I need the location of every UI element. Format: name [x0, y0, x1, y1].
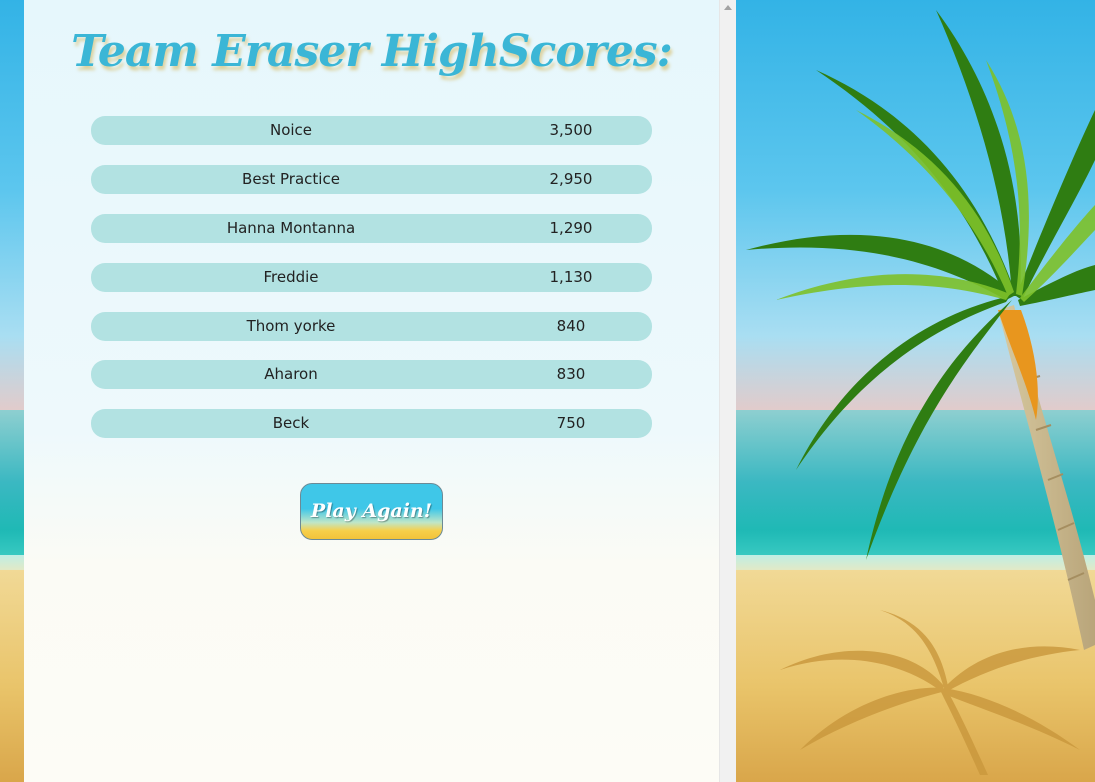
highscore-list: Noice 3,500 Best Practice 2,950 Hanna Mo…	[91, 116, 652, 458]
page-title: Team Eraser HighScores:	[71, 26, 673, 77]
highscore-row: Beck 750	[91, 409, 652, 438]
player-score: 750	[556, 414, 586, 432]
highscore-row: Best Practice 2,950	[91, 165, 652, 194]
player-name: Beck	[272, 414, 310, 432]
player-name: Thom yorke	[246, 317, 336, 335]
player-score: 1,130	[549, 268, 593, 286]
highscore-row: Thom yorke 840	[91, 312, 652, 341]
player-score: 2,950	[549, 170, 593, 188]
player-name: Aharon	[264, 365, 318, 383]
vertical-scrollbar[interactable]	[719, 0, 736, 782]
player-name: Best Practice	[242, 170, 340, 188]
highscore-row: Freddie 1,130	[91, 263, 652, 292]
highscores-panel: Team Eraser HighScores: Noice 3,500 Best…	[24, 0, 719, 782]
player-score: 3,500	[549, 121, 593, 139]
player-score: 1,290	[549, 219, 593, 237]
player-name: Noice	[269, 121, 313, 139]
highscore-row: Noice 3,500	[91, 116, 652, 145]
palm-tree-icon	[746, 10, 1095, 650]
player-name: Freddie	[263, 268, 319, 286]
play-again-button[interactable]: Play Again!	[300, 483, 443, 540]
player-score: 840	[556, 317, 586, 335]
scroll-up-arrow-icon[interactable]	[724, 5, 732, 10]
highscore-row: Hanna Montanna 1,290	[91, 214, 652, 243]
player-name: Hanna Montanna	[226, 219, 356, 237]
highscore-row: Aharon 830	[91, 360, 652, 389]
player-score: 830	[556, 365, 586, 383]
